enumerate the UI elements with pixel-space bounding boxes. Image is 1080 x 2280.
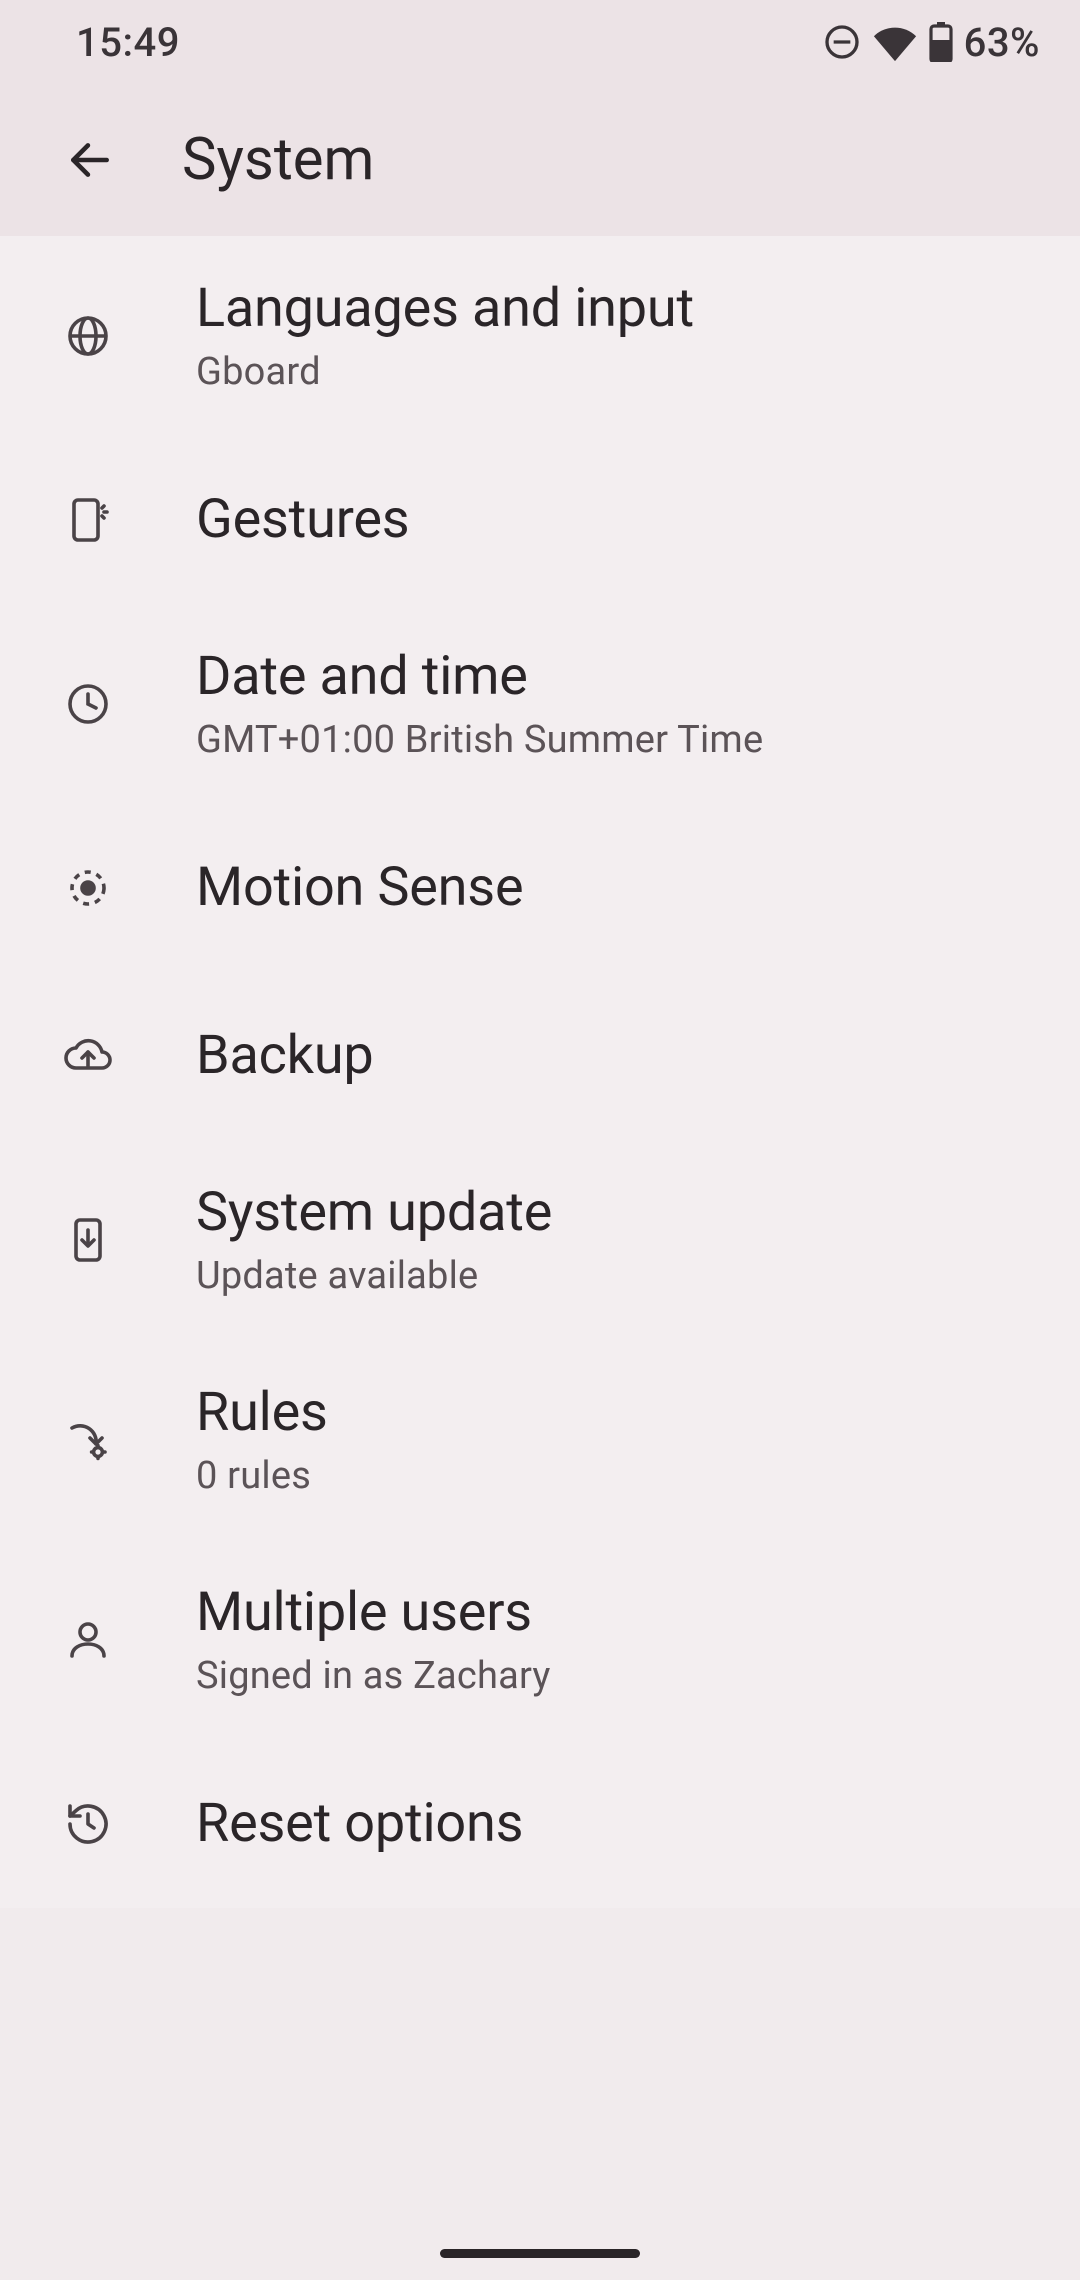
status-bar: 15:49 63%: [0, 0, 1080, 84]
item-gestures[interactable]: Gestures: [0, 436, 1080, 604]
item-multiple-users[interactable]: Multiple users Signed in as Zachary: [0, 1540, 1080, 1740]
item-title: Multiple users: [196, 1582, 551, 1644]
item-title: Reset options: [196, 1793, 523, 1855]
settings-list: Languages and input Gboard Gestures Date…: [0, 236, 1080, 1908]
item-title: System update: [196, 1182, 552, 1244]
item-subtitle: 0 rules: [196, 1454, 328, 1498]
wifi-icon: [872, 22, 918, 62]
battery-percent: 63%: [964, 19, 1040, 66]
item-subtitle: Update available: [196, 1254, 552, 1298]
phone-download-icon: [60, 1216, 116, 1264]
item-title: Rules: [196, 1382, 328, 1444]
item-title: Backup: [196, 1025, 374, 1087]
dnd-icon: [822, 22, 862, 62]
item-languages-and-input[interactable]: Languages and input Gboard: [0, 236, 1080, 436]
rules-icon: [60, 1416, 116, 1464]
clock-icon: [60, 680, 116, 728]
item-rules[interactable]: Rules 0 rules: [0, 1340, 1080, 1540]
back-button[interactable]: [54, 124, 126, 196]
arrow-left-icon: [65, 135, 115, 185]
gesture-nav-handle[interactable]: [440, 2249, 640, 2258]
item-title: Gestures: [196, 489, 409, 551]
page-title: System: [182, 126, 374, 194]
cloud-upload-icon: [60, 1032, 116, 1080]
item-title: Motion Sense: [196, 857, 523, 919]
item-subtitle: Gboard: [196, 350, 694, 394]
status-time: 15:49: [76, 19, 180, 66]
item-system-update[interactable]: System update Update available: [0, 1140, 1080, 1340]
app-bar: System: [0, 84, 1080, 236]
history-icon: [60, 1800, 116, 1848]
motion-sense-icon: [60, 864, 116, 912]
item-subtitle: GMT+01:00 British Summer Time: [196, 718, 763, 762]
item-title: Date and time: [196, 646, 763, 708]
item-date-and-time[interactable]: Date and time GMT+01:00 British Summer T…: [0, 604, 1080, 804]
item-reset-options[interactable]: Reset options: [0, 1740, 1080, 1908]
globe-icon: [60, 312, 116, 360]
item-title: Languages and input: [196, 278, 694, 340]
item-motion-sense[interactable]: Motion Sense: [0, 804, 1080, 972]
item-backup[interactable]: Backup: [0, 972, 1080, 1140]
item-subtitle: Signed in as Zachary: [196, 1654, 551, 1698]
person-icon: [60, 1616, 116, 1664]
battery-icon: [928, 22, 954, 62]
phone-sparkle-icon: [60, 496, 116, 544]
